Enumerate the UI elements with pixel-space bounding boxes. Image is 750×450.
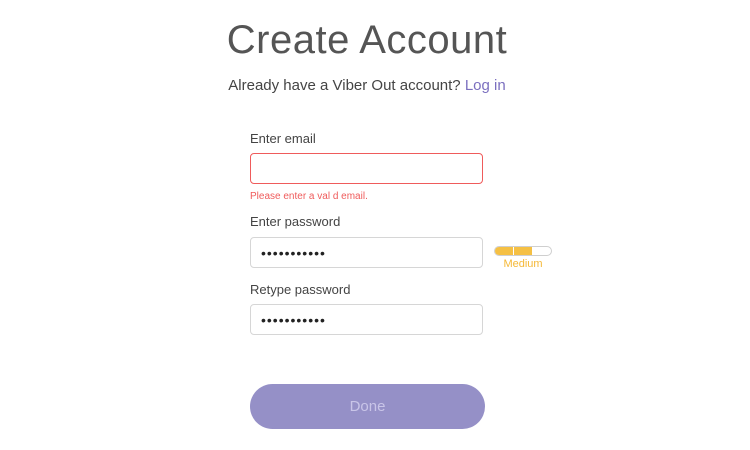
email-error-message: Please enter a val d email. [250, 191, 368, 202]
page-title: Create Account [226, 18, 508, 62]
email-field[interactable] [250, 153, 483, 184]
password-field[interactable]: ••••••••••• [250, 237, 483, 268]
password-strength-meter [494, 246, 552, 256]
retype-password-field[interactable]: ••••••••••• [250, 304, 483, 335]
password-label: Enter password [250, 214, 341, 229]
done-button[interactable]: Done [250, 384, 485, 429]
email-label: Enter email [250, 131, 316, 146]
password-strength-label: Medium [503, 258, 543, 270]
login-prompt-text: Already have a Viber Out account? [228, 77, 461, 94]
strength-segment-divider [513, 247, 514, 255]
login-prompt: Already have a Viber Out account? Log in [0, 77, 734, 94]
retype-password-label: Retype password [250, 282, 351, 297]
strength-segment-divider [532, 247, 533, 255]
login-link[interactable]: Log in [465, 77, 506, 94]
